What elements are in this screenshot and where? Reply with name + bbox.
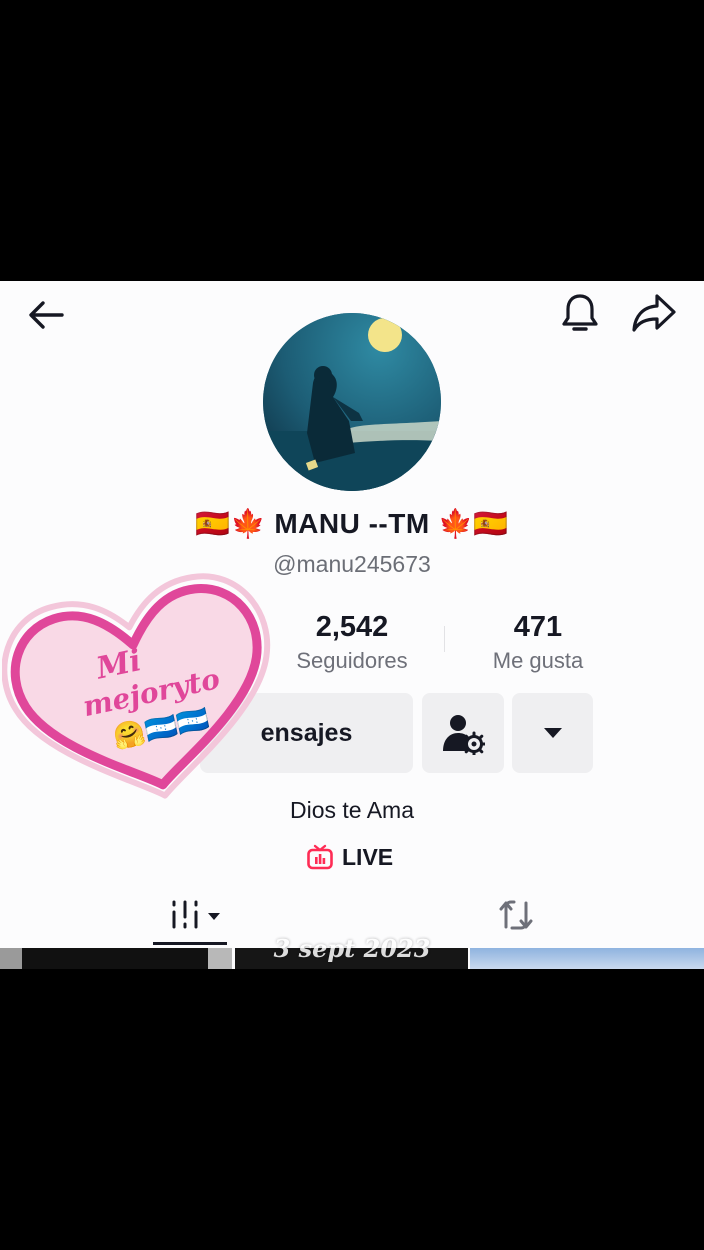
user-gear-icon [443, 715, 485, 755]
name-decoration-right: 🍁🇪🇸 [437, 508, 509, 539]
profile-settings-button[interactable] [422, 693, 504, 773]
caret-down-icon [543, 728, 562, 738]
tv-live-icon [307, 844, 333, 870]
live-label: LIVE [342, 843, 394, 870]
moonlit-figure-avatar [263, 313, 441, 491]
live-link[interactable]: LIVE [306, 843, 393, 871]
repost-icon [499, 900, 533, 930]
avatar[interactable] [263, 313, 441, 491]
name-decoration-left: 🇪🇸🍁 [195, 508, 267, 539]
display-name: 🇪🇸🍁 MANU --TM 🍁🇪🇸 [0, 507, 704, 540]
tab-videos[interactable] [165, 893, 229, 937]
likes-stat[interactable]: 471 Me gusta [475, 611, 601, 674]
share-button[interactable] [628, 289, 680, 337]
tab-reposts[interactable] [494, 893, 538, 937]
likes-label: Me gusta [492, 648, 584, 673]
likes-count: 471 [513, 611, 563, 643]
back-button[interactable] [22, 291, 70, 339]
overlay-date-text: 3 sept 2023 [273, 934, 431, 963]
video-grid-icon [172, 900, 220, 929]
followers-label: Seguidores [296, 648, 408, 673]
stat-divider [444, 626, 445, 652]
arrow-left-icon [29, 301, 64, 329]
followers-count: 2,542 [315, 611, 389, 643]
more-options-button[interactable] [512, 693, 593, 773]
notifications-button[interactable] [556, 289, 604, 337]
heart-sticker: Mi mejoryto 🤗🇭🇳🇭🇳 [2, 573, 271, 799]
display-name-text: MANU --TM [274, 508, 430, 539]
followers-stat[interactable]: 2,542 Seguidores [282, 611, 422, 674]
share-arrow-icon [632, 294, 676, 332]
bell-icon [562, 294, 598, 331]
